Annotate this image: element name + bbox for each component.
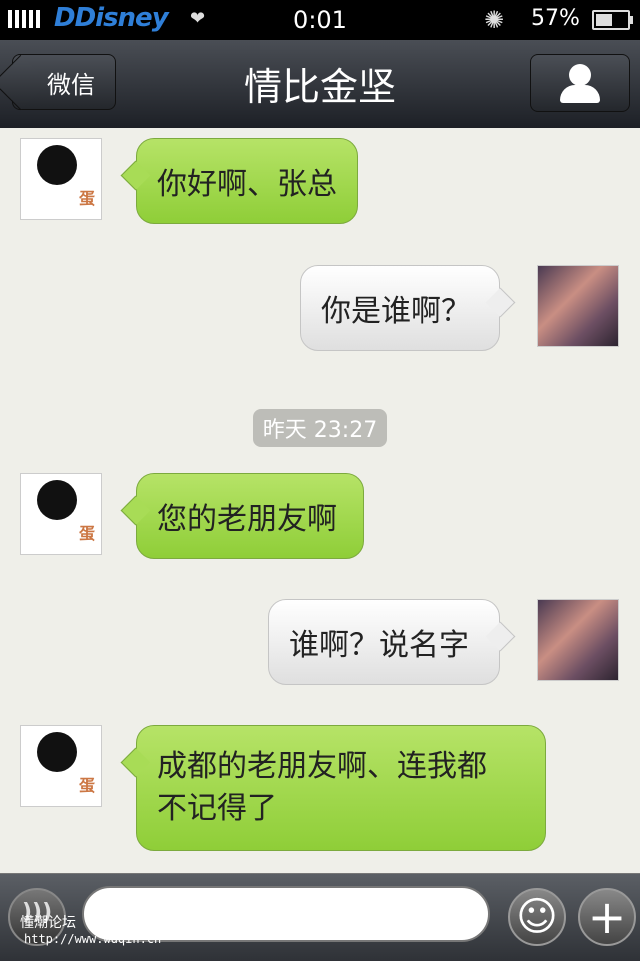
sync-icon: ✺ — [484, 6, 505, 34]
message-bubble[interactable]: 您的老朋友啊 — [136, 473, 364, 559]
my-avatar[interactable] — [537, 599, 619, 681]
watermark-text: 懂潮论坛 — [20, 915, 76, 931]
message-bubble[interactable]: 成都的老朋友啊、连我都不记得了 — [136, 725, 546, 851]
chat-area: 你好啊、张总 你是谁啊？ 昨天 23:27 您的老朋友啊 谁啊？说名字 成都的老… — [0, 128, 640, 873]
add-button[interactable]: + — [578, 888, 636, 946]
navigation-bar: 微信 情比金坚 — [0, 40, 640, 129]
input-bar: ☺ + — [0, 873, 640, 961]
contact-avatar[interactable] — [20, 725, 102, 807]
message-bubble[interactable]: 你好啊、张总 — [136, 138, 358, 224]
contact-avatar[interactable] — [20, 138, 102, 220]
person-icon — [569, 64, 591, 86]
message-bubble[interactable]: 你是谁啊？ — [300, 265, 500, 351]
message-bubble[interactable]: 谁啊？说名字 — [268, 599, 500, 685]
profile-button[interactable] — [530, 54, 630, 112]
status-bar: DDisney ❤ 0:01 ✺ 57% — [0, 0, 640, 40]
emoji-button[interactable]: ☺ — [508, 888, 566, 946]
battery-icon — [592, 10, 633, 30]
my-avatar[interactable] — [537, 265, 619, 347]
watermark-url: http://www.wdqin.cn — [24, 932, 162, 946]
battery-percentage: 57% — [531, 6, 580, 31]
contact-avatar[interactable] — [20, 473, 102, 555]
timestamp: 昨天 23:27 — [253, 409, 387, 447]
